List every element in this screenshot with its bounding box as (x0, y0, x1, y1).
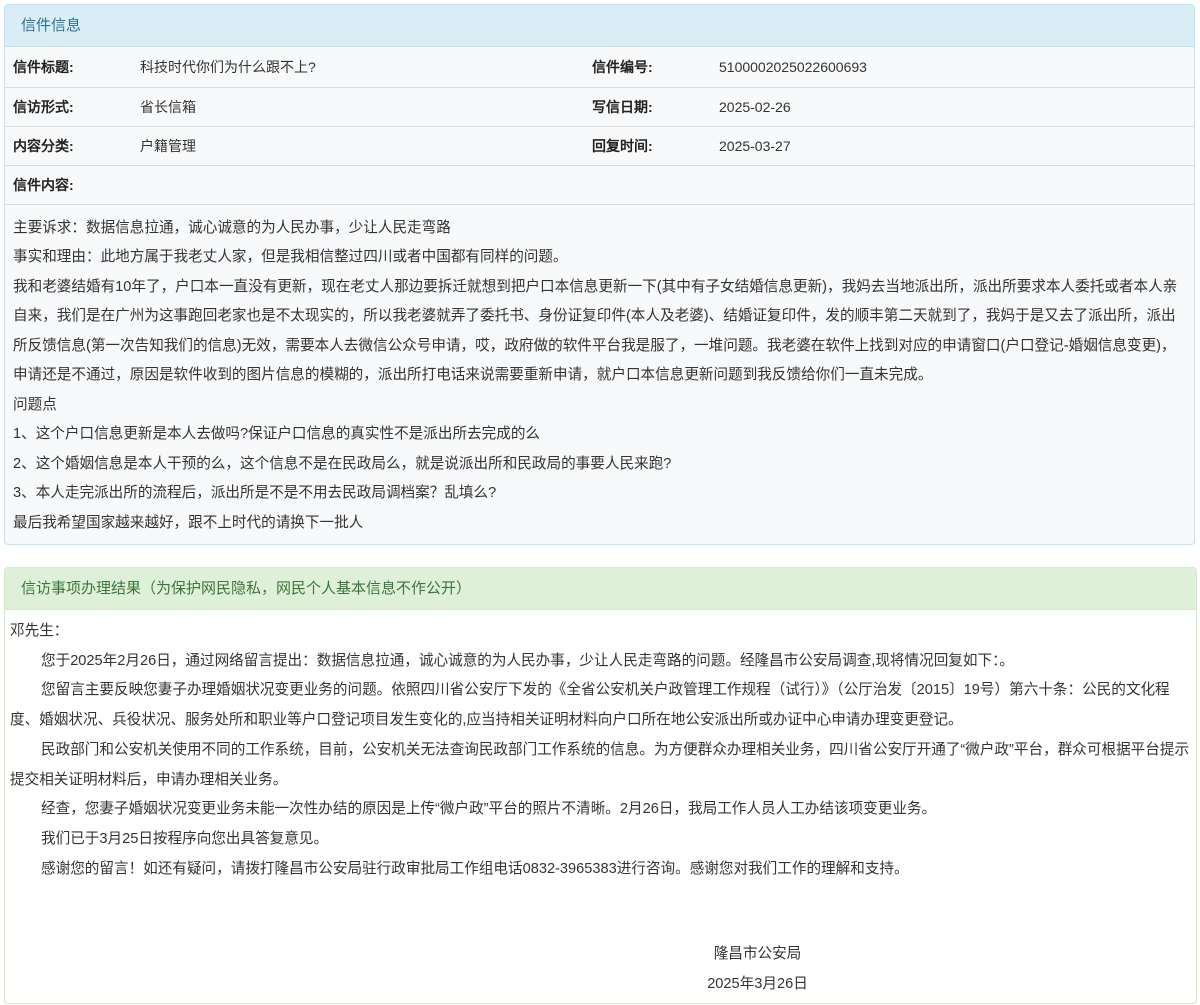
letter-info-heading: 信件信息 (5, 5, 1194, 47)
reply-paragraph: 您于2025年2月26日，通过网络留言提出：数据信息拉通，诚心诚意的为人民办事，… (41, 652, 1014, 669)
reply-greeting: 邓先生： (10, 623, 69, 639)
content-label: 信件内容: (5, 165, 1194, 205)
reply-paragraph: 感谢您的留言！如还有疑问，请拨打隆昌市公安局驻行政审批局工作组电话0832-39… (41, 860, 909, 877)
subject-value: 科技时代你们为什么跟不上? (132, 47, 584, 88)
petition-type-label: 信访形式: (5, 87, 132, 127)
letter-info-table: 信件标题: 科技时代你们为什么跟不上? 信件编号: 51000020250226… (5, 47, 1194, 205)
content-paragraph: 2、这个婚姻信息是本人干预的么，这个信息不是在民政局么，就是说派出所和民政局的事… (13, 455, 672, 472)
petition-type-value: 省长信箱 (132, 87, 584, 127)
reply-content: 邓先生： 您于2025年2月26日，通过网络留言提出：数据信息拉通，诚心诚意的为… (5, 610, 1196, 884)
reply-signature: 隆昌市公安局 (713, 946, 802, 962)
category-value: 户籍管理 (132, 126, 584, 166)
content-paragraph: 3、本人走完派出所的流程后，派出所是不是不用去民政局调档案？乱填么? (13, 485, 497, 501)
write-date-label: 写信日期: (584, 87, 711, 127)
letter-content: 主要诉求：数据信息拉通，诚心诚意的为人民办事，少让人民走弯路 事实和理由：此地方… (5, 205, 1194, 539)
content-paragraph: 我和老婆结婚有10年了，户口本一直没有更新，现在老丈人那边要拆迁就想到把户口本信… (13, 278, 1178, 384)
content-paragraph: 主要诉求：数据信息拉通，诚心诚意的为人民办事，少让人民走弯路 (13, 219, 451, 236)
table-row: 信件内容: (5, 165, 1194, 205)
letter-number-value: 5100002025022600693 (711, 47, 1194, 88)
subject-label: 信件标题: (5, 47, 132, 88)
content-paragraph: 最后我希望国家越来越好，跟不上时代的请换下一批人 (13, 514, 364, 531)
content-paragraph: 问题点 (13, 396, 57, 413)
content-paragraph: 1、这个户口信息更新是本人去做吗?保证户口信息的真实性不是派出所去完成的么 (13, 426, 541, 442)
reply-time-value: 2025-03-27 (711, 126, 1194, 166)
write-date-value: 2025-02-26 (711, 87, 1194, 127)
reply-paragraph: 我们已于3月25日按程序向您出具答复意见。 (41, 830, 329, 847)
reply-paragraph: 民政部门和公安机关使用不同的工作系统，目前，公安机关无法查询民政部门工作系统的信… (10, 741, 1190, 788)
category-label: 内容分类: (5, 126, 132, 166)
table-row: 信件标题: 科技时代你们为什么跟不上? 信件编号: 51000020250226… (5, 47, 1194, 88)
reply-paragraph: 您留言主要反映您妻子办理婚姻状况变更业务的问题。依照四川省公安厅下发的《全省公安… (10, 682, 1170, 729)
letter-info-panel: 信件信息 信件标题: 科技时代你们为什么跟不上? 信件编号: 510000202… (4, 4, 1195, 545)
table-row: 信访形式: 省长信箱 写信日期: 2025-02-26 (5, 87, 1194, 127)
letter-number-label: 信件编号: (584, 47, 711, 88)
reply-date: 2025年3月26日 (707, 976, 808, 992)
reply-time-label: 回复时间: (584, 126, 711, 166)
reply-panel: 信访事项办理结果（为保护网民隐私，网民个人基本信息不作公开） 邓先生： 您于20… (4, 567, 1197, 1004)
content-paragraph: 事实和理由：此地方属于我老丈人家，但是我相信整过四川或者中国都有同样的问题。 (13, 249, 568, 265)
table-row: 内容分类: 户籍管理 回复时间: 2025-03-27 (5, 126, 1194, 166)
reply-heading: 信访事项办理结果（为保护网民隐私，网民个人基本信息不作公开） (5, 568, 1196, 610)
reply-paragraph: 经查，您妻子婚姻状况变更业务未能一次性办结的原因是上传“微户政”平台的照片不清晰… (41, 801, 937, 818)
